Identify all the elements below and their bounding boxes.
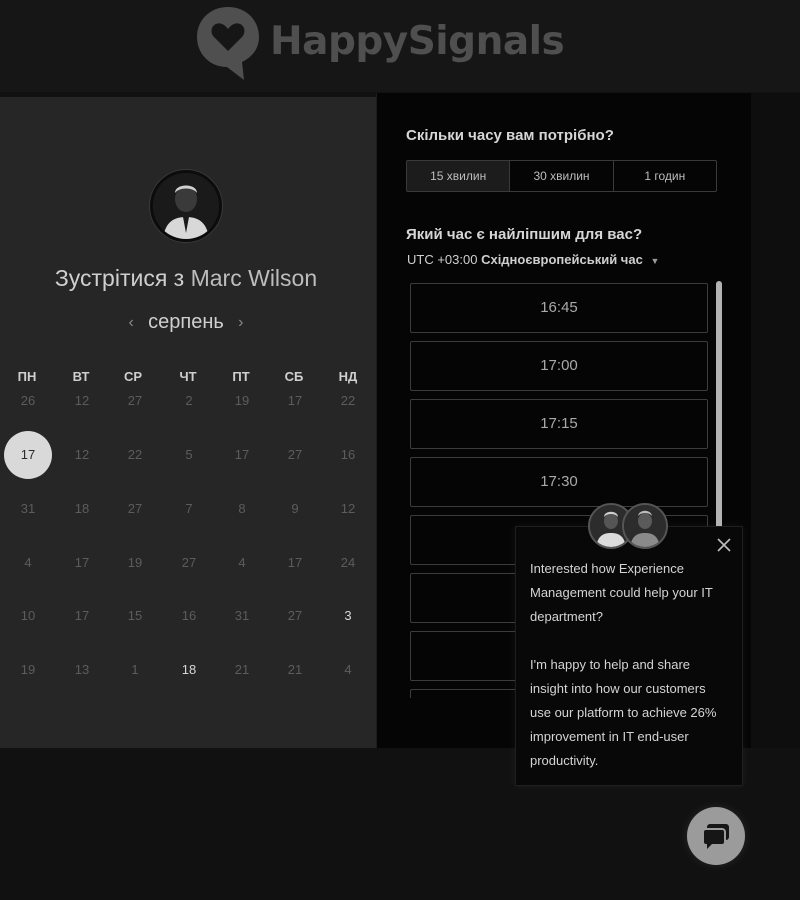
time-question: Який час є найліпшим для вас? bbox=[406, 226, 643, 243]
calendar-day[interactable]: 26 bbox=[4, 377, 52, 425]
calendar-day[interactable]: 12 bbox=[324, 485, 372, 533]
calendar-day[interactable]: 22 bbox=[324, 377, 372, 425]
calendar-day[interactable]: 27 bbox=[271, 592, 319, 640]
calendar-day[interactable]: 17 bbox=[271, 377, 319, 425]
prev-month-chevron-icon[interactable]: ‹ bbox=[120, 314, 142, 332]
calendar-day[interactable]: 5 bbox=[165, 431, 213, 479]
calendar-day[interactable]: 4 bbox=[218, 539, 266, 587]
calendar-day[interactable]: 2 bbox=[165, 377, 213, 425]
current-month: серпень bbox=[148, 311, 224, 333]
calendar-day[interactable]: 17 bbox=[4, 431, 52, 479]
chat-popup: Interested how Experience Management cou… bbox=[515, 526, 743, 786]
calendar-day[interactable]: 19 bbox=[218, 377, 266, 425]
calendar-day[interactable]: 4 bbox=[4, 539, 52, 587]
duration-option[interactable]: 1 годин bbox=[614, 161, 716, 191]
meeting-title: Зустрітися з Marc Wilson bbox=[0, 265, 372, 292]
time-slot[interactable]: 16:45 bbox=[410, 283, 708, 333]
duration-selector: 15 хвилин 30 хвилин 1 годин bbox=[406, 160, 717, 192]
calendar-day[interactable]: 19 bbox=[4, 646, 52, 694]
calendar-day[interactable]: 31 bbox=[218, 592, 266, 640]
calendar-day[interactable]: 24 bbox=[324, 539, 372, 587]
chat-message: Interested how Experience Management cou… bbox=[530, 557, 730, 773]
right-backdrop bbox=[751, 93, 800, 748]
calendar-day[interactable]: 21 bbox=[218, 646, 266, 694]
close-icon[interactable] bbox=[714, 535, 734, 555]
calendar-day[interactable]: 17 bbox=[271, 539, 319, 587]
calendar-day[interactable]: 18 bbox=[165, 646, 213, 694]
time-slot[interactable]: 17:00 bbox=[410, 341, 708, 391]
calendar-day[interactable]: 3 bbox=[324, 592, 372, 640]
calendar-day[interactable]: 15 bbox=[111, 592, 159, 640]
calendar-day[interactable]: 22 bbox=[111, 431, 159, 479]
meeting-title-prefix: Зустрітися з bbox=[54, 265, 185, 291]
chat-launcher-button[interactable] bbox=[687, 807, 745, 865]
person-avatar-icon bbox=[624, 505, 666, 547]
calendar-day[interactable]: 16 bbox=[165, 592, 213, 640]
timezone-selector[interactable]: UTC +03:00 Східноєвропейський час ▼ bbox=[407, 252, 659, 267]
calendar-day[interactable]: 12 bbox=[58, 431, 106, 479]
person-avatar-icon bbox=[153, 173, 219, 239]
duration-option[interactable]: 30 хвилин bbox=[510, 161, 614, 191]
chat-message-line: Interested how Experience Management cou… bbox=[530, 561, 713, 624]
calendar-day[interactable]: 27 bbox=[271, 431, 319, 479]
calendar-panel: Зустрітися з Marc Wilson ‹ серпень › ПН В… bbox=[0, 97, 376, 748]
calendar-day[interactable]: 16 bbox=[324, 431, 372, 479]
calendar-day[interactable]: 1 bbox=[111, 646, 159, 694]
calendar-day[interactable]: 8 bbox=[218, 485, 266, 533]
calendar-day[interactable]: 9 bbox=[271, 485, 319, 533]
caret-down-icon: ▼ bbox=[650, 256, 660, 266]
calendar-day[interactable]: 21 bbox=[271, 646, 319, 694]
time-slot[interactable]: 17:15 bbox=[410, 399, 708, 449]
calendar-day[interactable]: 12 bbox=[58, 377, 106, 425]
month-navigation: ‹ серпень › bbox=[0, 311, 372, 334]
chat-message-line: I'm happy to help and share insight into… bbox=[530, 657, 717, 768]
duration-option[interactable]: 15 хвилин bbox=[407, 161, 511, 191]
calendar-day[interactable]: 27 bbox=[111, 377, 159, 425]
calendar-day[interactable]: 27 bbox=[165, 539, 213, 587]
timezone-offset: UTC +03:00 bbox=[407, 252, 478, 267]
calendar-day[interactable]: 17 bbox=[58, 592, 106, 640]
brand-logo[interactable]: HappySignals bbox=[194, 4, 565, 82]
host-name: Marc Wilson bbox=[190, 265, 318, 291]
header: HappySignals bbox=[0, 0, 800, 92]
host-avatar bbox=[150, 170, 222, 242]
calendar-day[interactable]: 17 bbox=[218, 431, 266, 479]
calendar-day[interactable]: 10 bbox=[4, 592, 52, 640]
next-month-chevron-icon[interactable]: › bbox=[230, 314, 252, 332]
calendar-day[interactable]: 4 bbox=[324, 646, 372, 694]
chat-bubble-icon bbox=[702, 824, 729, 849]
calendar-day[interactable]: 31 bbox=[4, 485, 52, 533]
time-slot[interactable]: 17:30 bbox=[410, 457, 708, 507]
calendar-day[interactable]: 17 bbox=[58, 539, 106, 587]
agent-avatar bbox=[622, 503, 668, 549]
calendar-day[interactable]: 18 bbox=[58, 485, 106, 533]
calendar-day[interactable]: 27 bbox=[111, 485, 159, 533]
calendar-day[interactable]: 7 bbox=[165, 485, 213, 533]
calendar-day[interactable]: 19 bbox=[111, 539, 159, 587]
calendar-day[interactable]: 13 bbox=[58, 646, 106, 694]
brand-name: HappySignals bbox=[270, 18, 565, 64]
timezone-name: Східноєвропейський час bbox=[481, 252, 643, 267]
heart-speech-bubble-icon bbox=[197, 7, 259, 80]
duration-question: Скільки часу вам потрібно? bbox=[406, 127, 614, 144]
